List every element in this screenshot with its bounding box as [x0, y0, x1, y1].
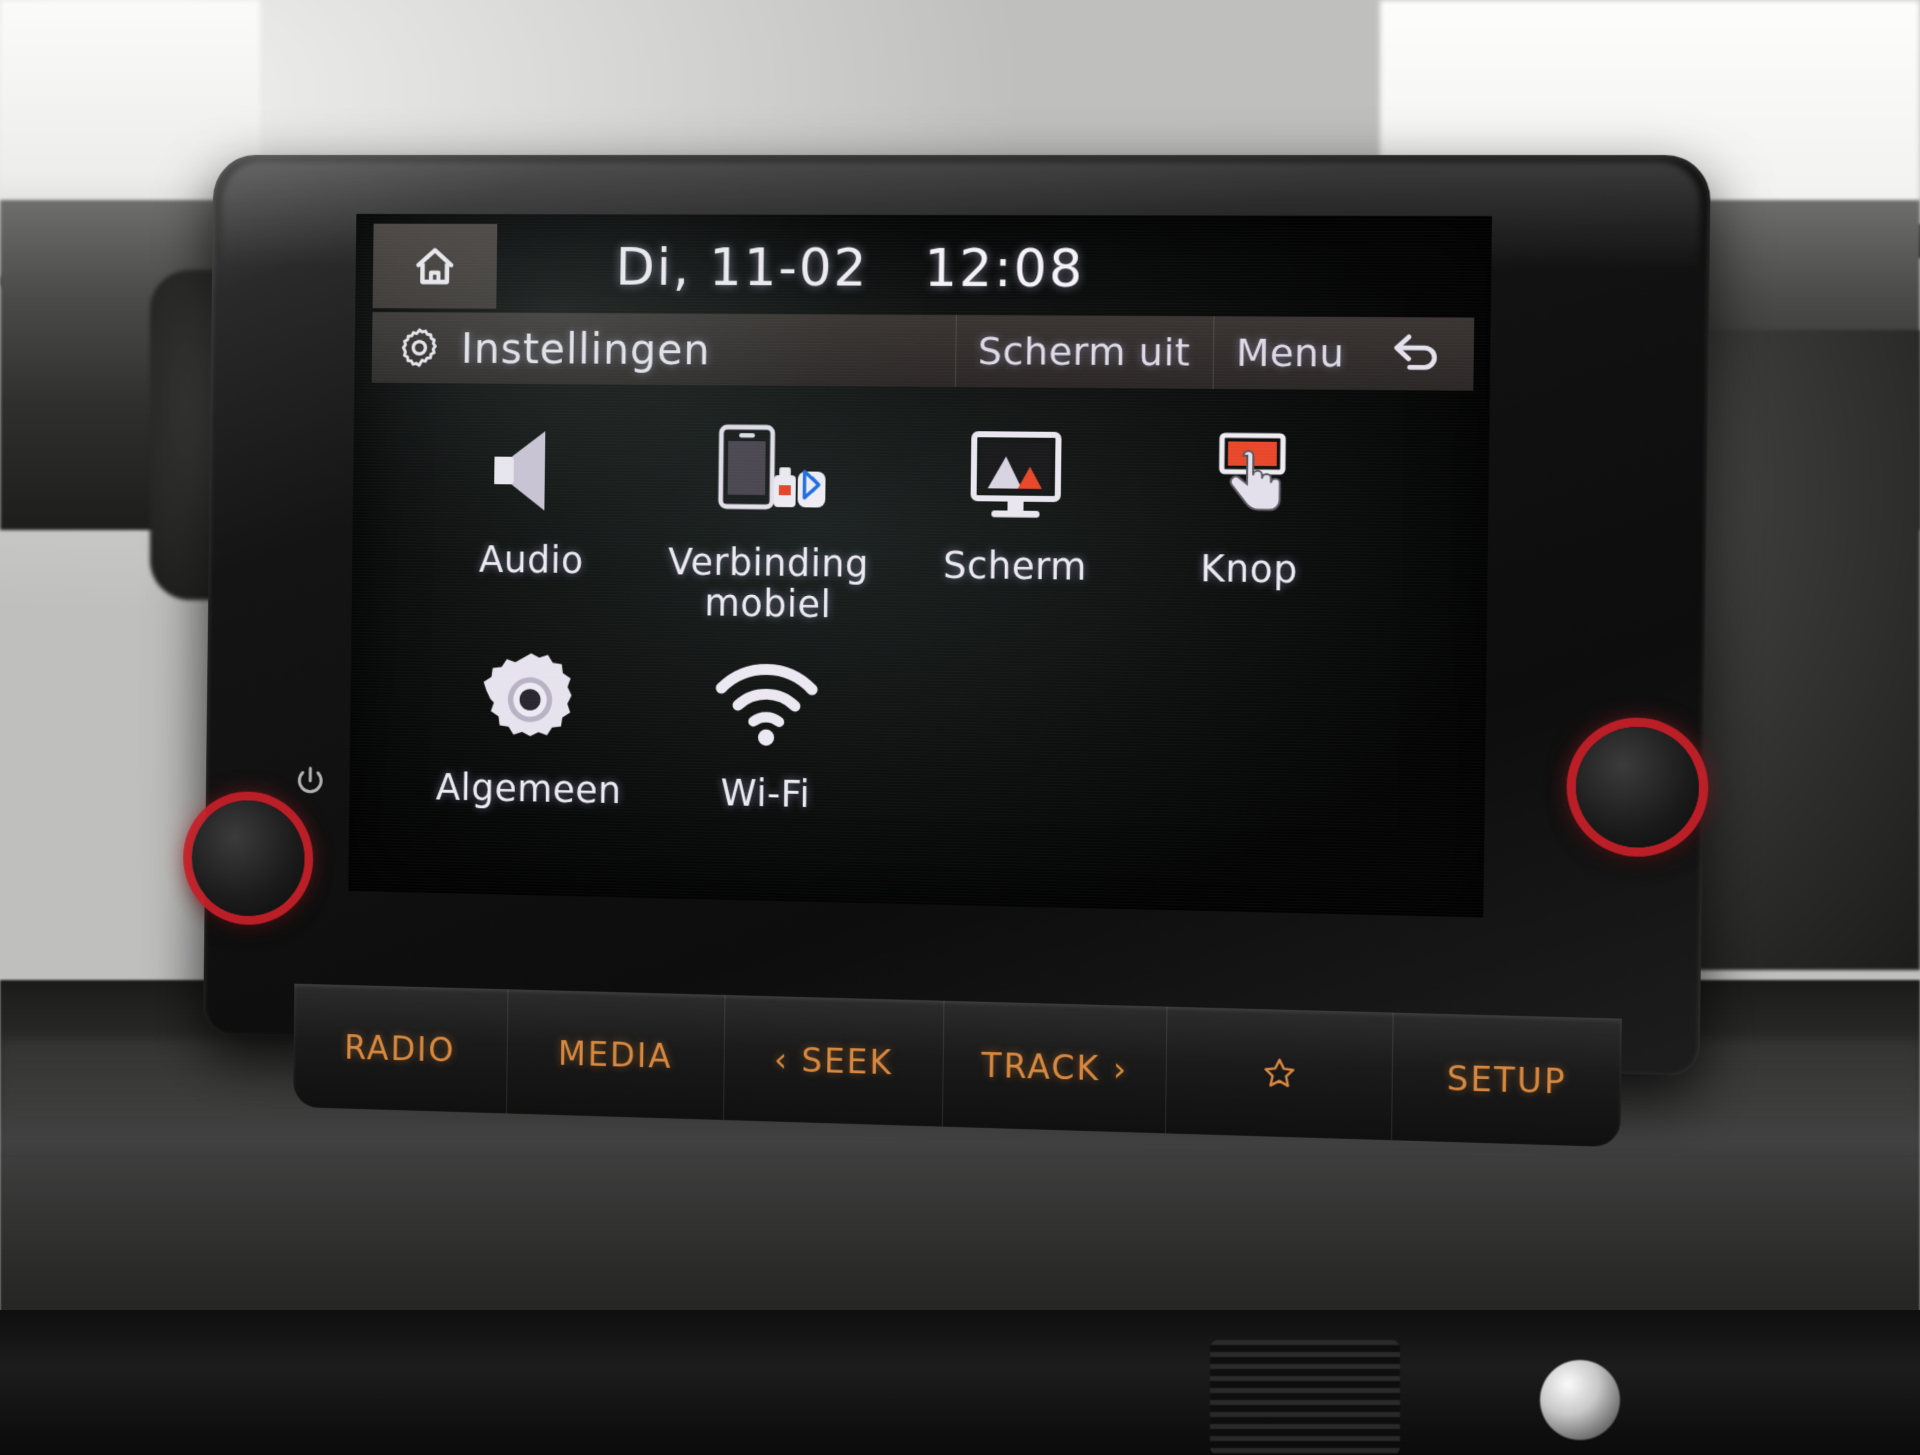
- wifi-icon-box: [713, 643, 821, 764]
- title-right-group: Scherm uit Menu: [954, 314, 1475, 391]
- screen-off-button[interactable]: Scherm uit: [954, 314, 1214, 389]
- menu-item-audio[interactable]: Audio: [409, 411, 655, 626]
- speaker-icon: [493, 430, 546, 511]
- display-icon-box: [965, 415, 1067, 536]
- wifi-icon: [713, 660, 821, 746]
- center-console-lip: [0, 1310, 1920, 1455]
- phone-bluetooth-usb-icon: [711, 423, 826, 524]
- menu-item-scherm[interactable]: Scherm: [889, 414, 1142, 632]
- page-title: Instellingen: [460, 323, 711, 374]
- star-icon: [1262, 1056, 1297, 1091]
- status-date: Di, 11-02: [615, 238, 869, 299]
- head-unit: Di, 11-02 12:08 Instellingen Scherm uit …: [191, 154, 1742, 1159]
- home-icon: [411, 243, 458, 288]
- menu-item-verbinding-mobiel[interactable]: Verbinding mobiel: [645, 412, 894, 629]
- gear-solid-icon: [482, 652, 573, 737]
- touchscreen[interactable]: Di, 11-02 12:08 Instellingen Scherm uit …: [348, 213, 1493, 918]
- menu-item-knop[interactable]: Knop: [1122, 416, 1379, 636]
- connectivity-icon-box: [710, 413, 828, 533]
- menu-item-label-line2: mobiel: [704, 582, 832, 627]
- button-icon-box: [1201, 417, 1300, 539]
- power-icon: [294, 764, 327, 800]
- hw-button-favorite[interactable]: [1165, 1006, 1393, 1141]
- menu-item-label: Audio: [478, 538, 584, 582]
- hw-button-radio[interactable]: RADIO: [293, 984, 507, 1114]
- clock-area: Di, 11-02 12:08: [615, 230, 1274, 308]
- display-picture-icon: [965, 428, 1066, 518]
- hand-touch-button-icon: [1201, 429, 1300, 527]
- home-button[interactable]: [372, 223, 498, 309]
- menu-item-wifi[interactable]: Wi-Fi: [642, 642, 891, 860]
- menu-item-label-line1: Verbinding: [667, 540, 870, 586]
- general-icon-box: [479, 640, 580, 760]
- photo-scene: Di, 11-02 12:08 Instellingen Scherm uit …: [0, 0, 1920, 1455]
- menu-item-algemeen[interactable]: Algemeen: [407, 639, 653, 856]
- menu-item-label: Wi-Fi: [720, 771, 811, 817]
- menu-item-label: Scherm: [942, 543, 1088, 589]
- status-time: 12:08: [923, 238, 1085, 300]
- status-bar: Di, 11-02 12:08: [363, 223, 1484, 314]
- menu-item-label: Algemeen: [435, 765, 622, 813]
- settings-grid: Audio Verbinding mobiel Scherm Knop Alge…: [387, 410, 1459, 896]
- hw-button-track[interactable]: TRACK ›: [942, 1000, 1167, 1134]
- console-chrome-knob[interactable]: [1540, 1360, 1620, 1440]
- hw-button-setup[interactable]: SETUP: [1391, 1012, 1622, 1148]
- back-arrow-icon[interactable]: [1389, 330, 1445, 377]
- hw-button-seek[interactable]: ‹ SEEK: [722, 994, 944, 1127]
- console-vent-grille: [1210, 1340, 1400, 1455]
- gear-icon: [397, 325, 442, 371]
- hw-button-media[interactable]: MEDIA: [505, 989, 725, 1121]
- menu-item-label: Knop: [1200, 546, 1299, 592]
- menu-item-label: Verbinding mobiel: [667, 540, 870, 627]
- title-left-group: Instellingen: [372, 323, 955, 375]
- menu-button[interactable]: Menu: [1212, 316, 1368, 390]
- audio-icon-box: [480, 411, 584, 530]
- title-bar: Instellingen Scherm uit Menu: [371, 312, 1475, 391]
